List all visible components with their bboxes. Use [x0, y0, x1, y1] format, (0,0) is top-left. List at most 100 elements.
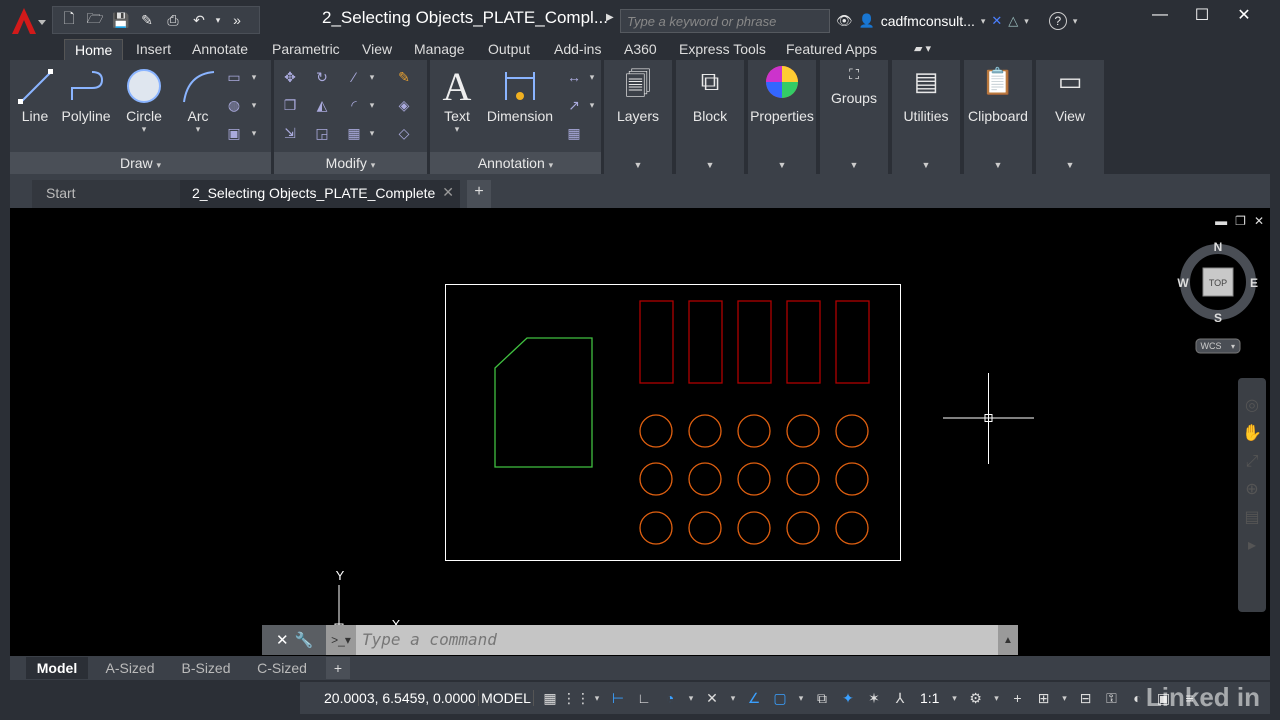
hole[interactable] — [688, 511, 722, 545]
a360-dropdown-icon[interactable]: ▾ — [1024, 16, 1029, 27]
line-tool[interactable]: Line — [14, 64, 56, 124]
clipboard-dropdown-icon[interactable]: ▼ — [964, 160, 1032, 170]
tab-a360[interactable]: A360 — [624, 39, 657, 60]
snap-dropdown-icon[interactable]: ▾ — [592, 687, 602, 709]
isodraft-icon[interactable]: ✕ — [702, 687, 722, 709]
user-icon[interactable]: 👤 — [859, 13, 875, 29]
hole[interactable] — [639, 462, 673, 496]
hole[interactable] — [835, 414, 869, 448]
command-prompt-icon[interactable]: >_▾ — [326, 625, 356, 655]
units-icon[interactable]: ⊞ — [1033, 687, 1053, 709]
units-dropdown-icon[interactable]: ▾ — [1059, 687, 1069, 709]
slot-3[interactable] — [737, 300, 772, 384]
groups-tool[interactable]: ⛶ Groups ▼ — [820, 60, 888, 174]
snap-icon[interactable]: ⋮⋮ — [562, 687, 590, 709]
search-input[interactable]: Type a keyword or phrase — [620, 9, 830, 33]
draw-panel-title[interactable]: Draw ▾ — [10, 152, 271, 174]
layers-tool[interactable]: 🗐 Layers ▼ — [604, 60, 672, 174]
slot-2[interactable] — [688, 300, 723, 384]
model-space-button[interactable]: MODEL — [478, 690, 534, 706]
mirror-icon[interactable]: ◭ — [310, 94, 334, 116]
transparency-icon[interactable]: ⧉ — [812, 687, 832, 709]
steering-wheel-icon[interactable]: ◎ — [1238, 392, 1266, 420]
tab-model[interactable]: Model — [26, 657, 88, 679]
close-icon[interactable]: ✕ — [1224, 0, 1264, 30]
viewport-restore-icon[interactable]: ❐ — [1235, 214, 1246, 228]
groups-dropdown-icon[interactable]: ▼ — [820, 160, 888, 170]
tab-insert[interactable]: Insert — [136, 39, 171, 60]
navbar-settings-icon[interactable]: ▸ — [1238, 532, 1266, 560]
application-menu-button[interactable] — [8, 6, 48, 36]
object-snap-icon[interactable]: ▢ — [770, 687, 790, 709]
rectangle-dropdown-icon[interactable]: ▾ — [248, 66, 260, 88]
wcs-menu[interactable]: WCS ▾ — [1195, 338, 1241, 354]
erase-icon[interactable]: ✎ — [392, 66, 416, 88]
tab-view[interactable]: View — [362, 39, 392, 60]
polar-dropdown-icon[interactable]: ▾ — [686, 687, 696, 709]
utilities-dropdown-icon[interactable]: ▼ — [892, 160, 960, 170]
hole[interactable] — [688, 462, 722, 496]
circle-dropdown-icon[interactable]: ▾ — [122, 124, 166, 135]
command-history-icon[interactable]: ▲ — [998, 635, 1018, 646]
scale-icon[interactable]: ◲ — [310, 122, 334, 144]
hole[interactable] — [786, 462, 820, 496]
slot-4[interactable] — [786, 300, 821, 384]
tab-express-tools[interactable]: Express Tools — [679, 39, 766, 60]
tab-manage[interactable]: Manage — [414, 39, 465, 60]
scale-dropdown-icon[interactable]: ▾ — [949, 687, 959, 709]
annotation-scale[interactable]: 1:1 — [916, 690, 943, 706]
tab-b-sized[interactable]: B-Sized — [170, 657, 242, 679]
tab-start[interactable]: Start — [32, 180, 182, 208]
explode-icon[interactable]: ◈ — [392, 94, 416, 116]
offset-icon[interactable]: ◇ — [392, 122, 416, 144]
grid-icon[interactable]: ▦ — [540, 687, 560, 709]
quick-properties-icon[interactable]: ⊟ — [1075, 687, 1095, 709]
leader-icon[interactable]: ↗ — [562, 94, 586, 116]
command-input[interactable]: Type a command — [356, 625, 998, 655]
title-expand-icon[interactable]: ▶ — [606, 12, 614, 23]
hole[interactable] — [737, 414, 771, 448]
osnap-dropdown-icon[interactable]: ▾ — [796, 687, 806, 709]
binoculars-icon[interactable]: 👁 — [836, 13, 853, 29]
polyline-tool[interactable]: Polyline — [58, 64, 114, 124]
ribbon-display-toggle-icon[interactable]: ▰ ▾ — [914, 39, 931, 60]
annotation-panel-title[interactable]: Annotation ▾ — [430, 152, 601, 174]
array-icon[interactable]: ▦ — [342, 122, 366, 144]
chamfered-block[interactable] — [494, 337, 593, 468]
help-icon[interactable]: ? — [1048, 12, 1067, 30]
save-icon[interactable]: 💾 — [109, 9, 133, 31]
customize-icon[interactable]: 🔧 — [295, 631, 314, 649]
orbit-icon[interactable]: ⊕ — [1238, 476, 1266, 504]
object-snap-tracking-icon[interactable]: ∠ — [744, 687, 764, 709]
workspace-gear-icon[interactable]: ⚙ — [965, 687, 985, 709]
hole[interactable] — [737, 462, 771, 496]
infer-constraints-icon[interactable]: ⊢ — [608, 687, 628, 709]
viewport-close-icon[interactable]: ✕ — [1254, 214, 1264, 228]
hole[interactable] — [835, 511, 869, 545]
arc-tool[interactable]: Arc ▾ — [176, 64, 220, 135]
more-tools-icon[interactable]: » — [225, 9, 249, 31]
tab-annotate[interactable]: Annotate — [192, 39, 248, 60]
polar-tracking-icon[interactable]: ◔ — [660, 687, 680, 709]
annotation-visibility-icon[interactable]: ✶ — [864, 687, 884, 709]
showmotion-icon[interactable]: ▤ — [1238, 504, 1266, 532]
utilities-tool[interactable]: ▤ Utilities ▼ — [892, 60, 960, 174]
help-dropdown-icon[interactable]: ▾ — [1073, 16, 1078, 27]
linear-dimension-icon[interactable]: ↔ — [562, 66, 586, 88]
open-folder-icon[interactable]: 🗁 — [83, 9, 107, 31]
tab-home[interactable]: Home — [64, 39, 124, 60]
viewcube[interactable]: TOP N S E W — [1177, 240, 1258, 325]
hole[interactable] — [737, 511, 771, 545]
view-tool[interactable]: ▭ View ▼ — [1036, 60, 1104, 174]
hole[interactable] — [639, 511, 673, 545]
rotate-icon[interactable]: ↻ — [310, 66, 334, 88]
undo-dropdown-icon[interactable]: ▾ — [213, 9, 223, 31]
tab-a-sized[interactable]: A-Sized — [94, 657, 166, 679]
block-dropdown-icon[interactable]: ▼ — [676, 160, 744, 170]
move-icon[interactable]: ✥ — [278, 66, 302, 88]
properties-dropdown-icon[interactable]: ▼ — [748, 160, 816, 170]
hole[interactable] — [688, 414, 722, 448]
close-tab-icon[interactable]: ✕ — [442, 184, 454, 201]
dimension-tool[interactable]: Dimension — [482, 64, 558, 124]
exchange-icon[interactable]: ✕ — [991, 13, 1002, 29]
